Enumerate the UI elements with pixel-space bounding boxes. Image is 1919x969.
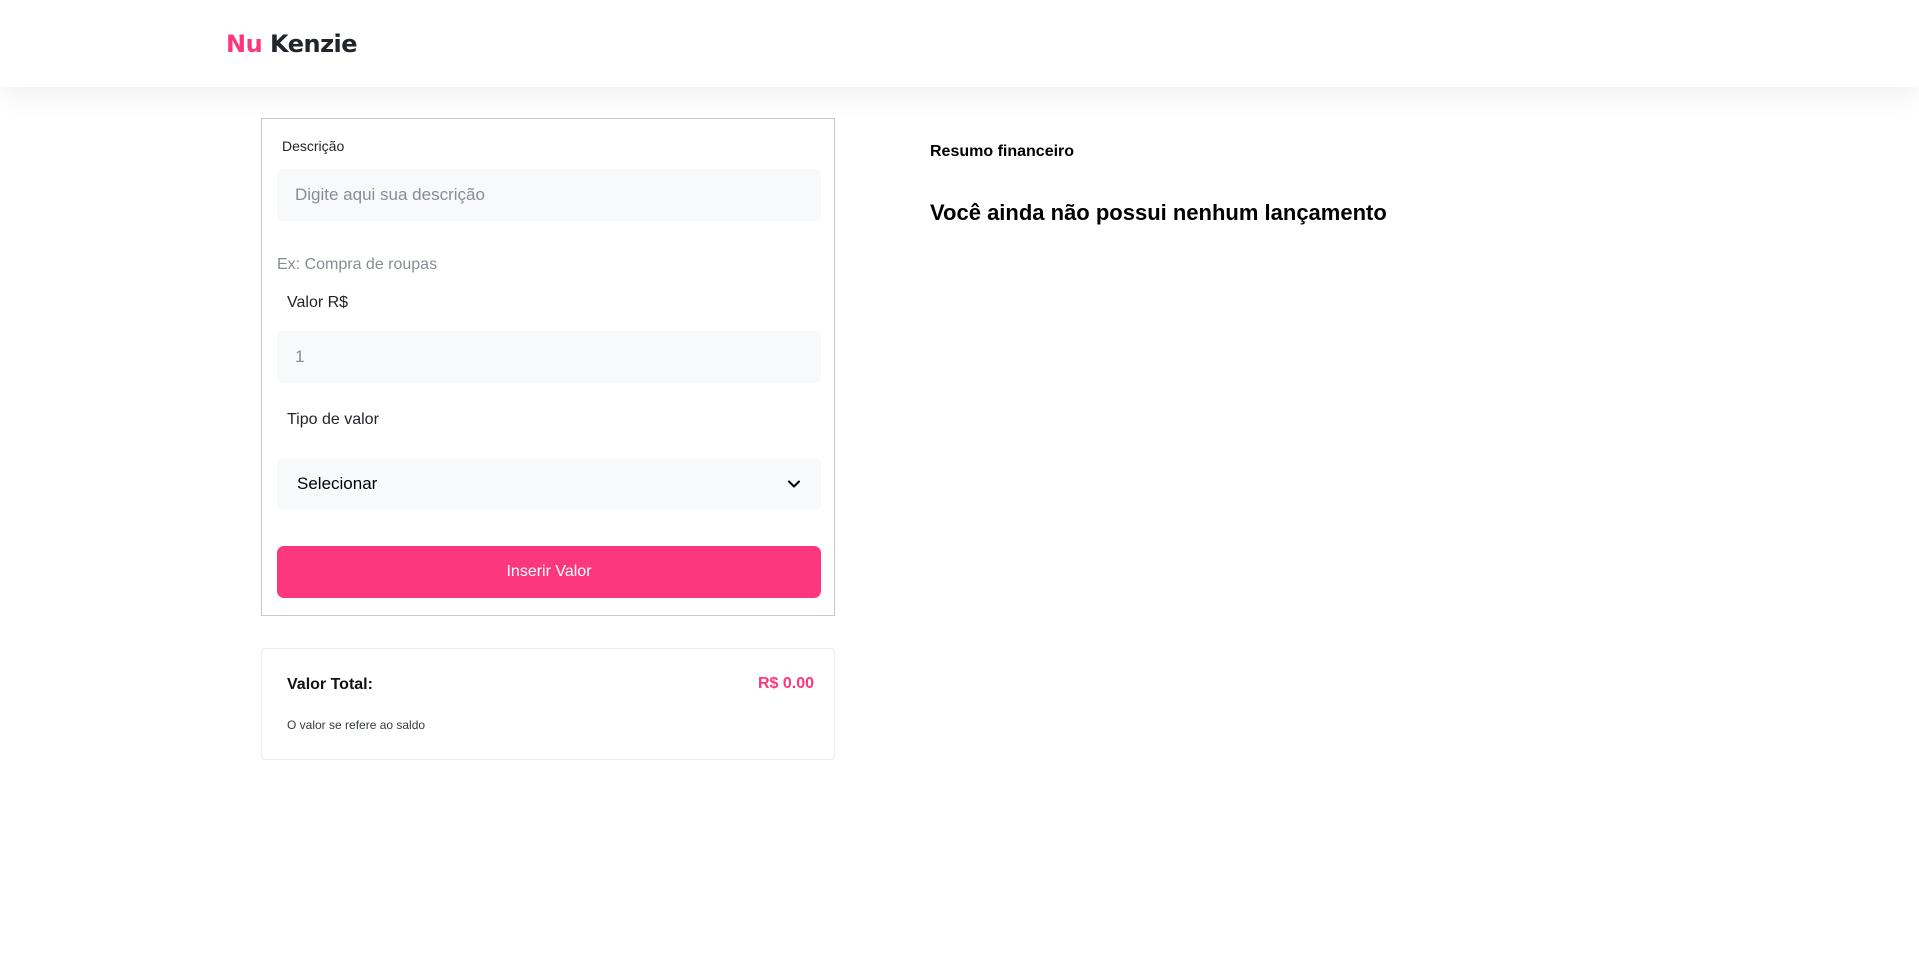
chevron-down-icon xyxy=(788,480,800,488)
logo[interactable]: Nu Kenzie xyxy=(226,28,358,60)
total-card: Valor Total: R$ 0.00 O valor se refere a… xyxy=(261,648,835,760)
insert-value-button[interactable]: Inserir Valor xyxy=(277,546,821,598)
logo-kenzie: Kenzie xyxy=(270,30,358,58)
entry-form: Descrição Ex: Compra de roupas Valor R$ … xyxy=(261,118,835,616)
value-label: Valor R$ xyxy=(287,294,349,311)
total-note: O valor se refere ao saldo xyxy=(287,718,426,732)
value-input[interactable] xyxy=(277,331,821,383)
total-title: Valor Total: xyxy=(287,676,373,693)
description-input[interactable] xyxy=(277,169,821,221)
description-label: Descrição xyxy=(282,138,345,154)
type-select[interactable]: Selecionar xyxy=(277,458,821,510)
type-select-value: Selecionar xyxy=(297,474,378,493)
app-header: Nu Kenzie xyxy=(0,0,1919,87)
description-hint: Ex: Compra de roupas xyxy=(277,256,438,273)
summary-title: Resumo financeiro xyxy=(930,143,1075,160)
total-value: R$ 0.00 xyxy=(757,675,814,692)
empty-entries-message: Você ainda não possui nenhum lançamento xyxy=(930,200,1387,225)
type-label: Tipo de valor xyxy=(287,411,379,428)
logo-nu: Nu xyxy=(226,30,263,58)
